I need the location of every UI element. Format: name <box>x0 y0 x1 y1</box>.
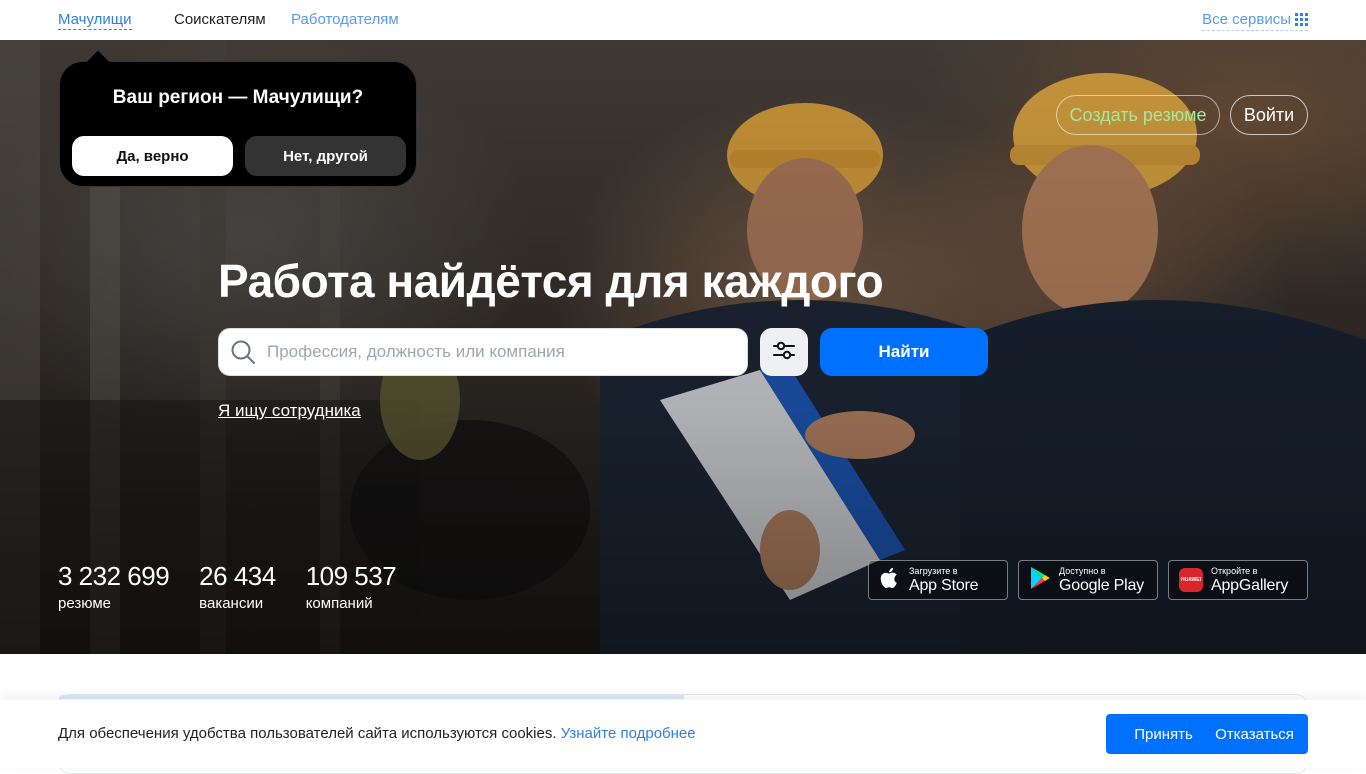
region-no-button[interactable]: Нет, другой <box>245 136 406 176</box>
hero-section: Ваш регион — Мачулищи? Да, верно Нет, др… <box>0 40 1366 654</box>
app-gallery-text: Откройте в AppGallery <box>1211 565 1289 594</box>
filter-sliders-icon <box>772 338 796 367</box>
app-store-small: Загрузите в <box>909 565 958 576</box>
hero-headline: Работа найдётся для каждого <box>218 255 884 307</box>
google-play-button[interactable]: Доступно в Google Play <box>1018 560 1158 600</box>
google-play-icon <box>1029 566 1051 595</box>
cookie-message: Для обеспечения удобства пользователей с… <box>58 725 696 742</box>
site-stats: 3 232 699 резюме 26 434 вакансии 109 537… <box>58 561 426 612</box>
search-field[interactable] <box>218 328 748 376</box>
google-play-big: Google Play <box>1059 576 1144 594</box>
stat-label: компаний <box>305 595 373 612</box>
nav-employers-link[interactable]: Работодателям <box>291 11 399 28</box>
stat-value: 3 232 699 <box>58 561 170 591</box>
all-services-label: Все сервисы <box>1202 11 1291 28</box>
search-icon <box>219 328 267 376</box>
app-store-big: App Store <box>909 576 979 594</box>
stat-label: резюме <box>58 595 111 612</box>
google-play-text: Доступно в Google Play <box>1059 565 1144 594</box>
stat-value: 26 434 <box>199 561 276 591</box>
stat-label: вакансии <box>199 595 264 612</box>
google-play-small: Доступно в <box>1059 565 1106 576</box>
all-services-button[interactable]: Все сервисы <box>1202 11 1308 31</box>
search-input[interactable] <box>267 342 727 362</box>
app-store-button[interactable]: Загрузите в App Store <box>868 560 1008 600</box>
grid-icon <box>1295 13 1308 26</box>
cookie-banner: Для обеспечения удобства пользователей с… <box>0 700 1366 768</box>
region-selector[interactable]: Мачулищи <box>58 11 132 30</box>
stat-vacancies: 26 434 вакансии <box>199 561 276 612</box>
region-question: Ваш регион — Мачулищи? <box>112 87 364 108</box>
active-tab-indicator <box>59 695 684 699</box>
app-gallery-button[interactable]: HUAWEI Откройте в AppGallery <box>1168 560 1308 600</box>
app-gallery-big: AppGallery <box>1211 576 1289 594</box>
cookie-decline-button[interactable]: Отказаться <box>1201 714 1308 754</box>
apple-icon <box>879 566 901 595</box>
region-yes-button[interactable]: Да, верно <box>72 136 233 176</box>
cookie-learn-more-link[interactable]: Узнайте подробнее <box>561 725 696 742</box>
stat-companies: 109 537 компаний <box>305 561 397 612</box>
region-confirm-popup: Ваш регион — Мачулищи? Да, верно Нет, др… <box>59 50 417 187</box>
advanced-search-button[interactable] <box>760 328 808 376</box>
cookie-text: Для обеспечения удобства пользователей с… <box>58 725 557 742</box>
login-button[interactable]: Войти <box>1230 95 1308 135</box>
stat-resumes: 3 232 699 резюме <box>58 561 170 612</box>
app-store-text: Загрузите в App Store <box>909 565 979 594</box>
nav-seekers-link[interactable]: Соискателям <box>174 11 266 28</box>
huawei-icon: HUAWEI <box>1179 568 1203 592</box>
employer-search-link[interactable]: Я ищу сотрудника <box>218 401 361 421</box>
create-resume-button[interactable]: Создать резюме <box>1056 95 1220 135</box>
app-gallery-small: Откройте в <box>1211 565 1258 576</box>
top-navigation: Мачулищи Соискателям Работодателям Все с… <box>0 0 1366 40</box>
find-button[interactable]: Найти <box>820 328 988 376</box>
stat-value: 109 537 <box>305 561 397 591</box>
